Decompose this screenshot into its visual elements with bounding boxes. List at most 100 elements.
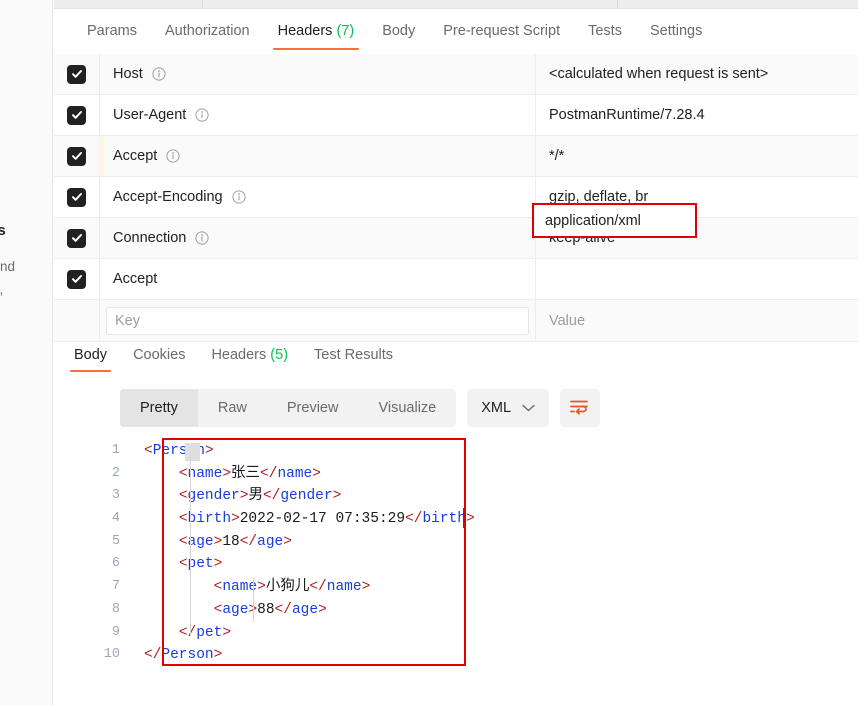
header-key-label: Host xyxy=(113,66,143,82)
tab-response-cookies[interactable]: Cookies xyxy=(120,343,198,377)
code-indent-guide-2 xyxy=(253,578,254,622)
tab-response-body[interactable]: Body xyxy=(61,343,120,377)
checkbox-connection[interactable] xyxy=(67,228,86,248)
header-value-label: <calculated when request is sent> xyxy=(549,66,769,82)
view-mode-pretty-label: Pretty xyxy=(140,400,178,416)
line-number: 5 xyxy=(111,533,120,549)
header-value-cell[interactable]: <calculated when request is sent> xyxy=(535,54,858,94)
sidebar-text-fragment-1: s and xyxy=(0,259,16,274)
word-wrap-icon xyxy=(569,398,591,419)
code-line: 6 <pet> xyxy=(100,553,840,576)
row-checkbox-cell xyxy=(54,95,99,135)
tab-authorization[interactable]: Authorization xyxy=(151,18,264,56)
tab-pre-request-script[interactable]: Pre-request Script xyxy=(429,18,574,56)
code-line-content: <age>18</age> xyxy=(178,533,292,550)
code-line: 7 <name>小狗儿</name> xyxy=(100,576,840,599)
new-header-row: Value xyxy=(54,300,858,342)
tab-strip-sliver xyxy=(54,0,858,9)
header-value-cell[interactable]: PostmanRuntime/7.28.4 xyxy=(535,95,858,135)
info-icon[interactable] xyxy=(195,231,209,245)
line-number: 10 xyxy=(103,647,120,663)
tab-params-label: Params xyxy=(87,23,137,39)
code-line-content: <birth>2022-02-17 07:35:29</birth> xyxy=(178,511,475,528)
response-body-code-viewer[interactable]: 1 <Person> 2 <name>张三</name> 3 <gender>男</g… xyxy=(100,440,840,680)
checkbox-host[interactable] xyxy=(67,64,86,84)
checkbox-accept-custom[interactable] xyxy=(67,269,86,289)
header-key-cell[interactable]: User-Agent xyxy=(99,95,535,135)
code-line-content: <name>小狗儿</name> xyxy=(213,579,371,596)
tab-headers[interactable]: Headers (7) xyxy=(264,18,369,56)
row-checkbox-cell xyxy=(54,54,99,94)
code-line-content: </pet> xyxy=(178,624,232,641)
tab-response-cookies-label: Cookies xyxy=(133,347,186,363)
view-mode-visualize[interactable]: Visualize xyxy=(358,389,456,427)
checkbox-accept[interactable] xyxy=(67,146,86,166)
line-number: 7 xyxy=(111,579,120,595)
new-header-value-placeholder: Value xyxy=(549,312,586,329)
request-tab-bar: Params Authorization Headers (7) Body Pr… xyxy=(54,18,858,58)
header-key-cell[interactable]: Connection xyxy=(99,218,535,258)
code-line-content: <name>张三</name> xyxy=(178,465,321,482)
checkbox-user-agent[interactable] xyxy=(67,105,86,125)
header-value-cell[interactable] xyxy=(535,259,858,299)
tab-params[interactable]: Params xyxy=(73,18,151,56)
tab-response-headers-label: Headers xyxy=(211,347,267,363)
row-checkbox-cell xyxy=(54,259,99,299)
header-key-cell[interactable]: Host xyxy=(99,54,535,94)
info-icon[interactable] xyxy=(232,190,246,204)
tab-response-headers-count: (5) xyxy=(270,347,289,363)
code-line: 5 <age>18</age> xyxy=(100,531,840,554)
view-mode-preview[interactable]: Preview xyxy=(267,389,359,427)
response-format-toolbar: Pretty Raw Preview Visualize XML xyxy=(120,389,601,427)
code-lines-container: 1 <Person> 2 <name>张三</name> 3 <gender>男</g… xyxy=(100,440,840,667)
line-number: 9 xyxy=(111,624,120,640)
header-value-label: PostmanRuntime/7.28.4 xyxy=(549,107,705,123)
code-line: 10 </Person> xyxy=(100,644,840,667)
tab-test-results[interactable]: Test Results xyxy=(301,343,406,377)
word-wrap-button[interactable] xyxy=(560,389,601,427)
code-line-content: <Person> xyxy=(144,443,214,459)
info-icon[interactable] xyxy=(195,108,209,122)
header-key-cell[interactable]: Accept-Encoding xyxy=(99,177,535,217)
header-key-cell[interactable]: Accept xyxy=(99,259,535,299)
new-header-key-input[interactable] xyxy=(106,306,529,335)
code-line: 9 </pet> xyxy=(100,622,840,645)
code-fold-marker[interactable] xyxy=(185,443,200,461)
table-row: Connection keep-alive xyxy=(54,218,858,259)
chevron-down-icon xyxy=(522,400,535,416)
info-icon[interactable] xyxy=(152,67,166,81)
view-mode-preview-label: Preview xyxy=(286,400,339,416)
tab-tests[interactable]: Tests xyxy=(574,18,636,56)
tab-settings[interactable]: Settings xyxy=(636,18,716,56)
tab-body[interactable]: Body xyxy=(368,18,429,56)
code-line-content: </Person> xyxy=(144,647,223,664)
view-mode-segmented-control: Pretty Raw Preview Visualize xyxy=(120,389,457,427)
line-number: 4 xyxy=(111,511,120,527)
tab-tests-label: Tests xyxy=(588,23,622,39)
info-icon[interactable] xyxy=(166,149,180,163)
checkbox-accept-encoding[interactable] xyxy=(67,187,86,207)
header-key-label: User-Agent xyxy=(113,107,187,123)
tab-pre-request-script-label: Pre-request Script xyxy=(443,23,561,39)
view-mode-pretty[interactable]: Pretty xyxy=(120,389,198,427)
tab-response-headers[interactable]: Headers (5) xyxy=(198,343,301,377)
view-mode-raw[interactable]: Raw xyxy=(198,389,267,427)
tab-authorization-label: Authorization xyxy=(164,23,250,39)
language-select[interactable]: XML xyxy=(467,389,550,427)
header-key-cell[interactable]: Accept xyxy=(99,136,535,176)
text-cursor-caret xyxy=(463,508,465,528)
view-mode-raw-label: Raw xyxy=(217,400,247,416)
header-key-label: Accept-Encoding xyxy=(113,189,223,205)
sidebar-text-fragment-2: ripts, xyxy=(0,282,3,297)
tab-test-results-label: Test Results xyxy=(314,347,394,363)
new-row-checkbox-cell xyxy=(54,300,99,341)
tab-headers-label: Headers xyxy=(277,23,333,39)
language-select-value: XML xyxy=(481,400,512,416)
line-number: 8 xyxy=(111,601,120,617)
header-value-cell[interactable]: */* xyxy=(535,136,858,176)
row-checkbox-cell xyxy=(54,177,99,217)
tab-response-body-label: Body xyxy=(74,347,108,363)
left-sidebar-partial: sts s and ripts, xyxy=(0,0,53,705)
tab-active-indicator xyxy=(272,47,360,50)
new-header-value-wrap[interactable]: Value xyxy=(535,300,858,341)
